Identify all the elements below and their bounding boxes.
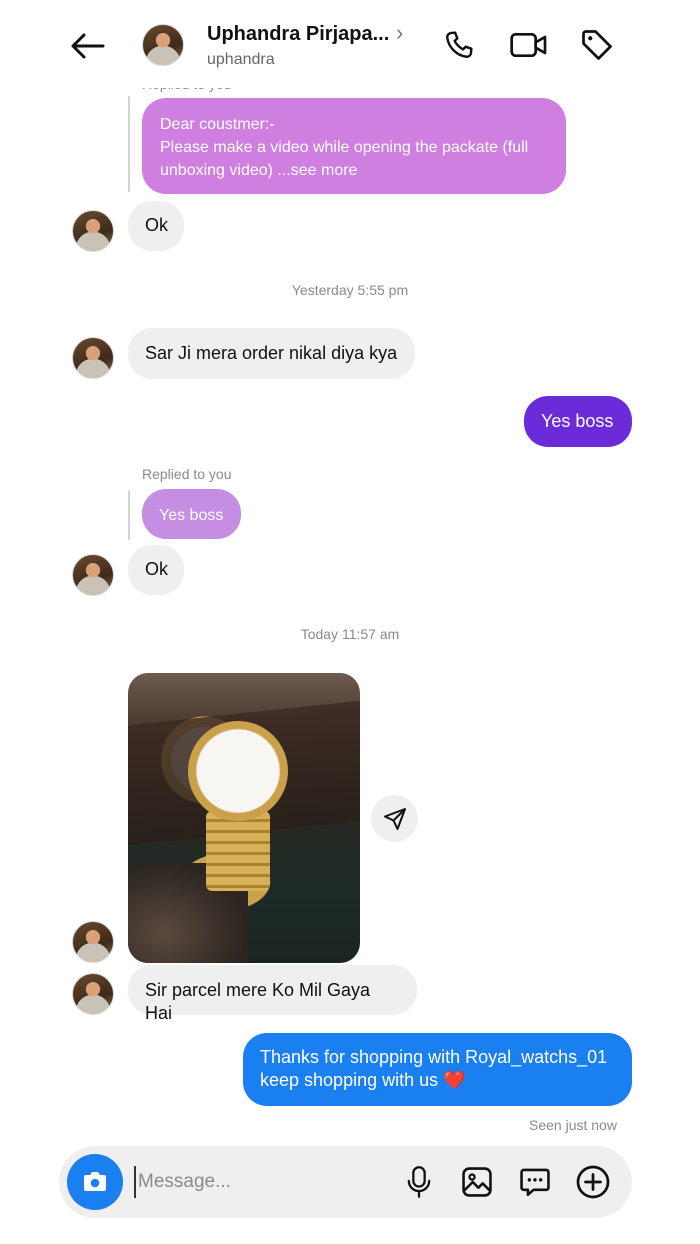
tag-button[interactable]: [575, 24, 619, 66]
reply-message-bubble[interactable]: Dear coustmer:- Please make a video whil…: [142, 98, 566, 194]
incoming-message-bubble[interactable]: Ok: [128, 545, 184, 595]
avatar[interactable]: [72, 921, 114, 963]
photo-content: [206, 811, 270, 891]
contact-avatar[interactable]: [142, 24, 184, 66]
message-text: Sir parcel mere Ko Mil Gaya Hai: [145, 980, 371, 1023]
message-text: Sar Ji mera order nikal diya kya: [145, 343, 398, 363]
gallery-icon: [462, 1167, 492, 1197]
timestamp: Yesterday 5:55 pm: [291, 282, 409, 298]
outgoing-message-bubble[interactable]: Thanks for shopping with Royal_watchs_01…: [243, 1033, 632, 1106]
reply-message-bubble[interactable]: Yes boss: [142, 489, 241, 539]
reply-text-line: Please make a video while opening the pa…: [160, 139, 529, 156]
more-options-button[interactable]: [572, 1160, 614, 1204]
message-text: keep shopping with us ❤️: [260, 1070, 466, 1090]
message-text: Ok: [145, 215, 169, 235]
message-text: Yes boss: [541, 411, 614, 431]
message-input[interactable]: [134, 1166, 384, 1198]
avatar[interactable]: [72, 337, 114, 379]
send-icon: [383, 807, 406, 830]
camera-icon: [84, 1172, 106, 1191]
tag-icon: [582, 30, 612, 60]
reply-indicator: [128, 490, 130, 540]
photo-content: [188, 721, 288, 821]
avatar[interactable]: [72, 554, 114, 596]
phone-icon: [446, 31, 473, 58]
gallery-button[interactable]: [456, 1160, 498, 1204]
incoming-message-bubble[interactable]: Sir parcel mere Ko Mil Gaya Hai: [128, 965, 417, 1023]
reply-indicator: [128, 96, 130, 192]
share-photo-button[interactable]: [371, 795, 418, 842]
contact-username: uphandra: [207, 51, 275, 68]
message-text: Yes boss: [159, 507, 224, 524]
voice-message-button[interactable]: [400, 1160, 438, 1204]
plus-icon: [576, 1165, 610, 1199]
contact-name[interactable]: Uphandra Pirjapa...: [207, 23, 389, 46]
avatar[interactable]: [72, 973, 114, 1015]
video-icon: [510, 33, 547, 57]
message-text: Ok: [145, 559, 169, 579]
sticker-icon: [520, 1168, 550, 1197]
arrow-left-icon: [71, 33, 105, 59]
message-text: Thanks for shopping with Royal_watchs_01: [260, 1047, 608, 1067]
video-call-button[interactable]: [506, 24, 552, 66]
avatar[interactable]: [72, 210, 114, 252]
microphone-icon: [407, 1166, 431, 1198]
outgoing-message-bubble[interactable]: Yes boss: [524, 396, 632, 447]
timestamp: Today 11:57 am: [300, 626, 400, 642]
incoming-message-bubble[interactable]: Sar Ji mera order nikal diya kya: [128, 328, 415, 379]
replied-label: Replied to you: [142, 466, 232, 482]
camera-button[interactable]: [67, 1154, 123, 1210]
back-button[interactable]: [64, 26, 110, 66]
seen-status: Seen just now: [529, 1117, 617, 1133]
voice-call-button[interactable]: [438, 24, 480, 66]
chevron-right-icon[interactable]: ›: [396, 20, 403, 46]
incoming-message-bubble[interactable]: Ok: [128, 201, 184, 251]
reply-text-line: unboxing video) ...see more: [160, 162, 358, 179]
chat-header: Uphandra Pirjapa... › uphandra: [0, 0, 700, 88]
reply-text-line: Dear coustmer:-: [160, 116, 275, 133]
photo-message[interactable]: [128, 673, 360, 963]
sticker-button[interactable]: [514, 1160, 556, 1204]
